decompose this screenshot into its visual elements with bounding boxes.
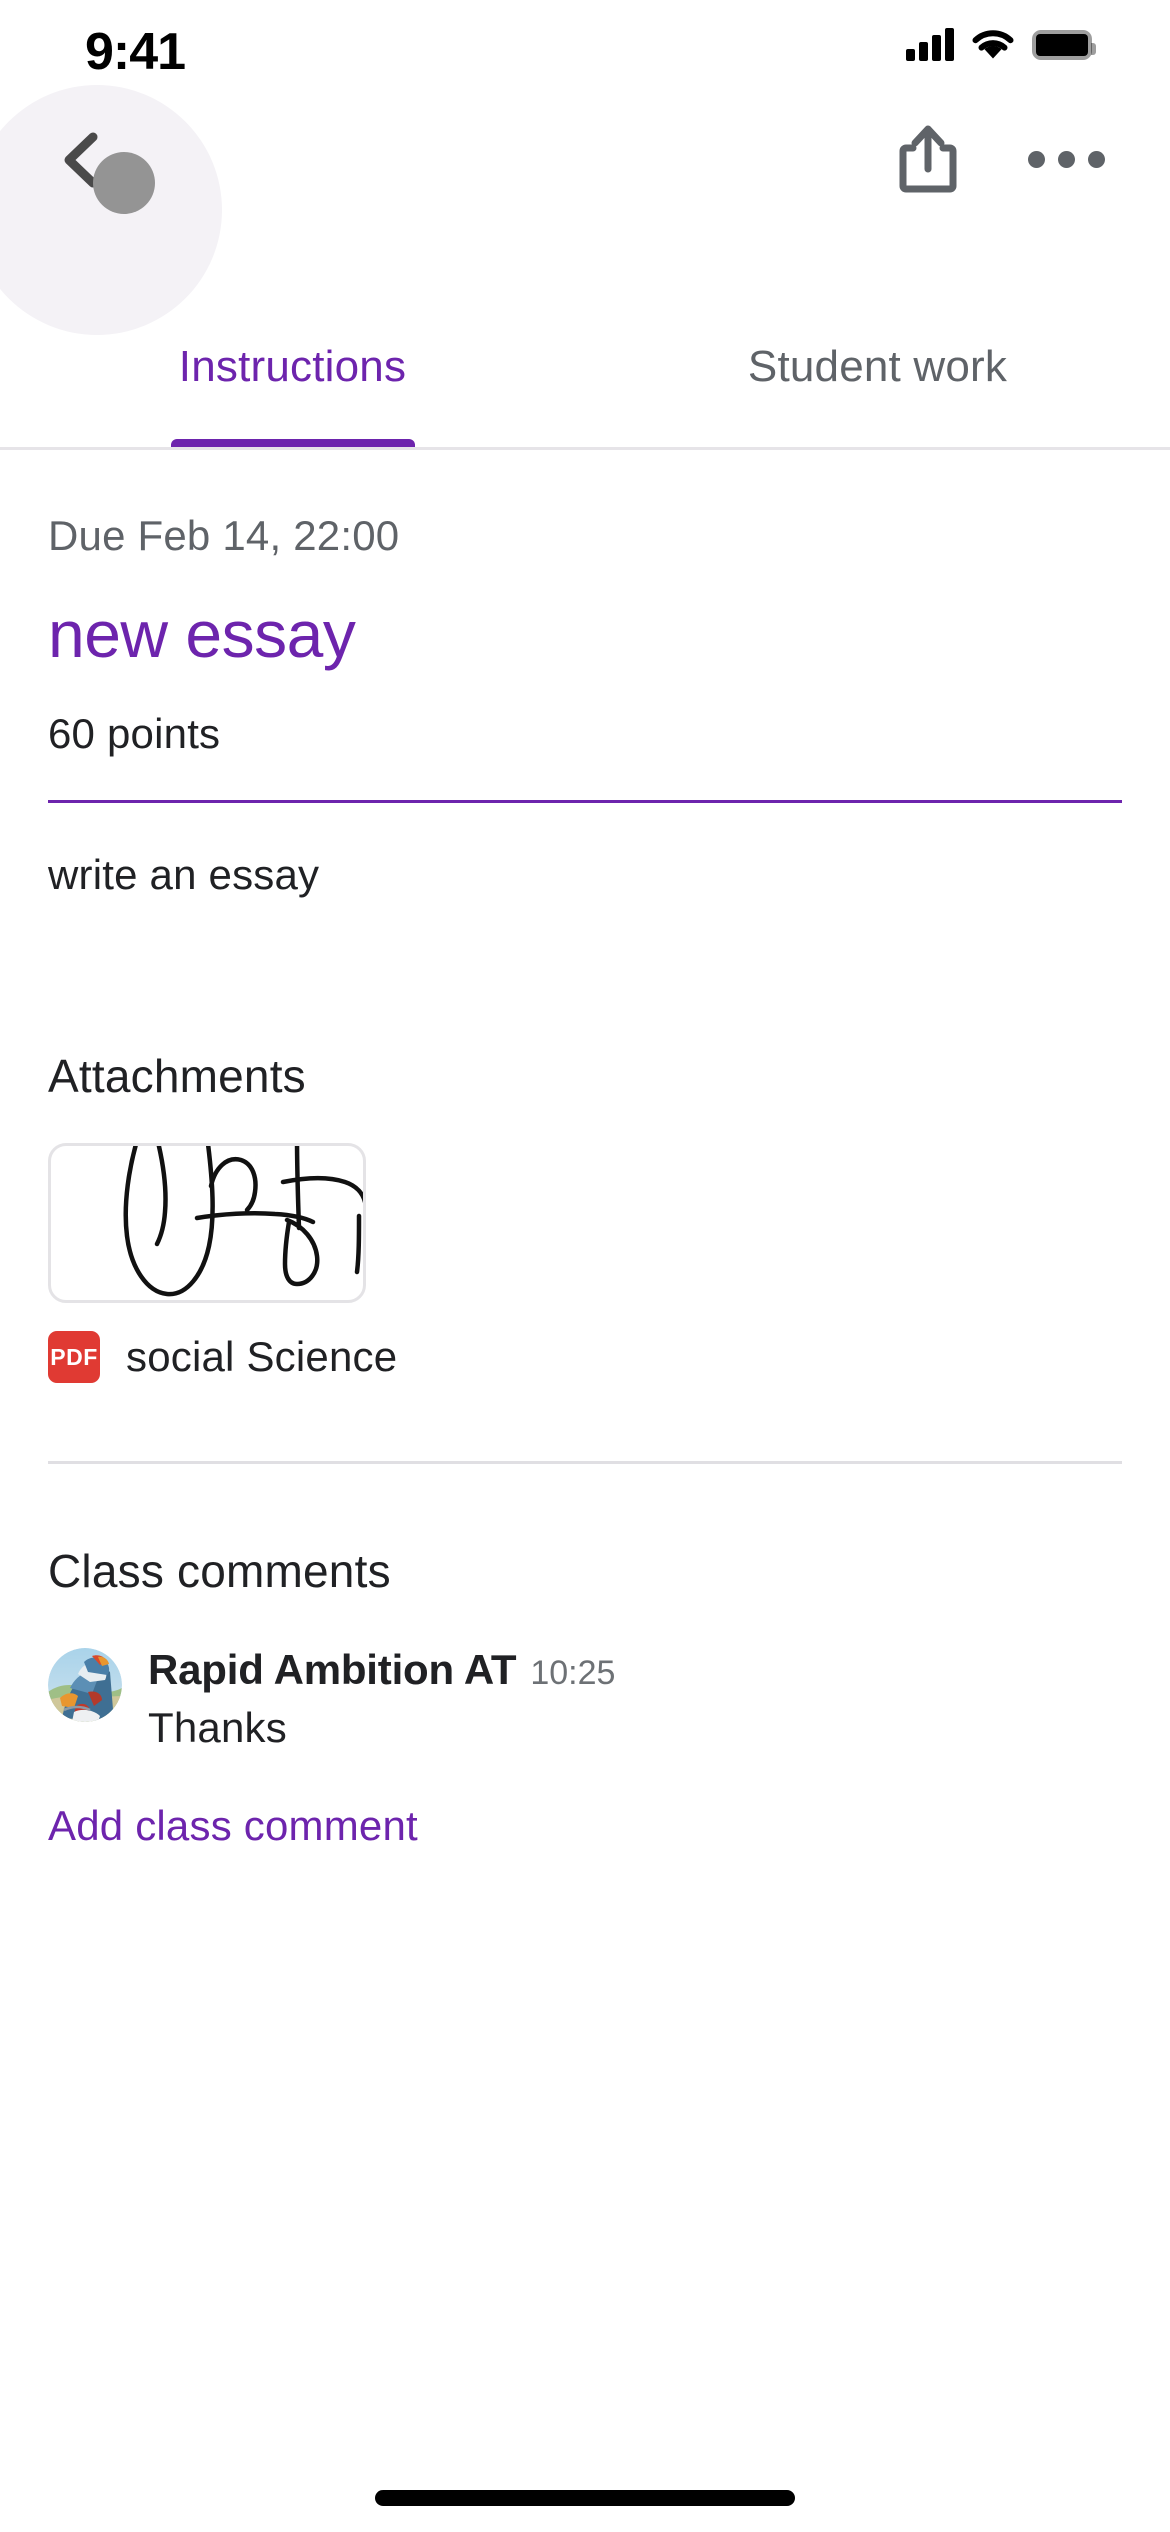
comment-author: Rapid Ambition AT	[148, 1646, 517, 1693]
handwritten-scribble-thumbnail	[123, 1146, 363, 1297]
attachments-heading: Attachments	[48, 1050, 306, 1102]
signal-bars-icon	[906, 28, 954, 61]
tab-student-work[interactable]: Student work	[585, 320, 1170, 448]
add-class-comment-button[interactable]: Add class comment	[48, 1802, 1122, 1850]
pdf-file-icon: PDF	[48, 1331, 100, 1383]
comment-timestamp: 10:25	[530, 1654, 616, 1692]
comment-text: Thanks	[148, 1704, 287, 1751]
due-date: Due Feb 14, 22:00	[48, 512, 400, 559]
section-divider	[48, 1461, 1122, 1464]
assignment-description: write an essay	[48, 851, 320, 898]
touch-pointer-dot	[93, 152, 155, 214]
status-bar-time: 9:41	[85, 23, 186, 81]
points-value: 60 points	[48, 710, 221, 757]
wifi-icon	[972, 30, 1014, 59]
motocross-rider-avatar	[48, 1648, 122, 1722]
comment-header: Rapid Ambition AT 10:25	[148, 1646, 615, 1694]
battery-full-icon	[1032, 29, 1096, 60]
page-title: new essay	[48, 597, 356, 671]
accent-divider	[48, 800, 1122, 803]
attachment-file-name: social Science	[126, 1333, 398, 1380]
attachment-file-row[interactable]: PDF social Science	[48, 1331, 1122, 1383]
instructions-panel: Due Feb 14, 22:00 new essay 60 points wr…	[0, 450, 1170, 1850]
tab-bar: Instructions Student work	[0, 320, 1170, 448]
status-bar-indicators	[906, 28, 1096, 61]
nav-actions	[882, 113, 1112, 205]
tab-instructions-label: Instructions	[178, 342, 407, 391]
status-bar: 9:41	[0, 0, 1170, 95]
share-icon	[899, 125, 957, 193]
tab-instructions[interactable]: Instructions	[0, 320, 585, 448]
class-comments-heading: Class comments	[48, 1545, 391, 1597]
home-indicator[interactable]	[375, 2490, 795, 2506]
avatar[interactable]	[48, 1648, 122, 1722]
more-horizontal-icon	[1027, 150, 1105, 168]
attachment-thumbnail[interactable]	[48, 1143, 366, 1303]
more-options-button[interactable]	[1020, 113, 1112, 205]
app-screen: 9:41 Instructions Student work Due Feb 1…	[0, 0, 1170, 2532]
share-button[interactable]	[882, 113, 974, 205]
comment-body: Rapid Ambition AT 10:25 Thanks	[148, 1644, 615, 1752]
tab-student-work-label: Student work	[747, 342, 1008, 391]
comment-item: Rapid Ambition AT 10:25 Thanks	[48, 1644, 1122, 1752]
nav-bar	[0, 85, 1170, 335]
